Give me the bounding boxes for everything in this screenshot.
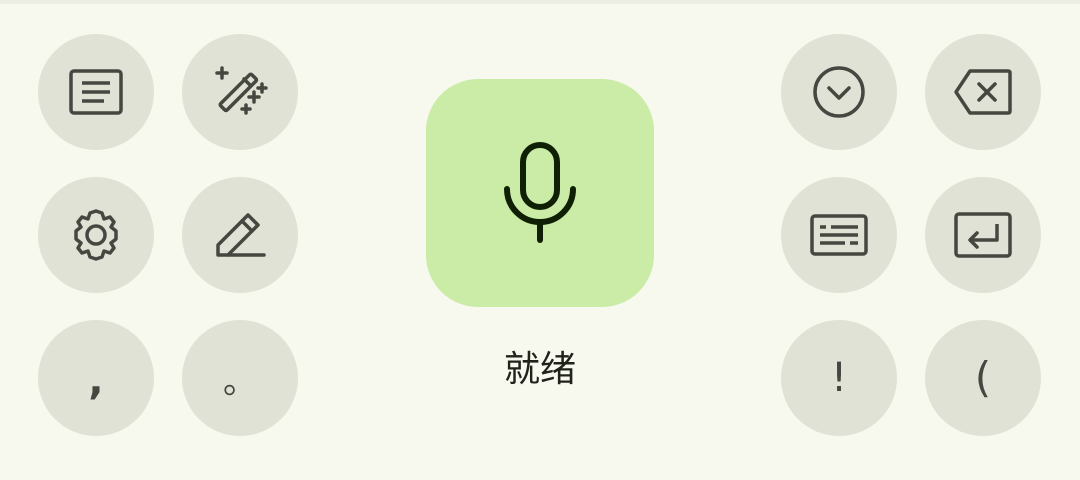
open-paren-key[interactable]: ( xyxy=(925,320,1041,436)
gear-icon xyxy=(74,209,118,261)
settings-button[interactable] xyxy=(38,177,154,293)
period-label: 。 xyxy=(223,362,257,402)
open-paren-label: ( xyxy=(974,353,992,402)
hide-keyboard-button[interactable] xyxy=(781,34,897,150)
magic-wand-icon xyxy=(215,66,268,115)
comma-key[interactable]: , xyxy=(38,320,154,436)
edit-button[interactable] xyxy=(182,177,298,293)
top-divider xyxy=(0,0,1080,4)
exclamation-label: ! xyxy=(830,355,848,401)
text-lines-icon xyxy=(69,69,123,115)
pencil-icon xyxy=(216,213,266,257)
voice-input-button[interactable] xyxy=(426,79,654,307)
chevron-down-circle-icon xyxy=(813,66,865,118)
comma-label: , xyxy=(88,358,104,404)
enter-button[interactable] xyxy=(925,177,1041,293)
period-key[interactable]: 。 xyxy=(182,320,298,436)
enter-icon xyxy=(954,212,1012,258)
text-lines-button[interactable] xyxy=(38,34,154,150)
magic-button[interactable] xyxy=(182,34,298,150)
delete-button[interactable] xyxy=(925,34,1041,150)
keyboard-icon xyxy=(810,214,868,256)
keyboard-button[interactable] xyxy=(781,177,897,293)
status-label: 就绪 xyxy=(503,349,576,390)
exclamation-key[interactable]: ! xyxy=(781,320,897,436)
microphone-icon xyxy=(504,142,576,243)
backspace-icon xyxy=(954,69,1012,115)
